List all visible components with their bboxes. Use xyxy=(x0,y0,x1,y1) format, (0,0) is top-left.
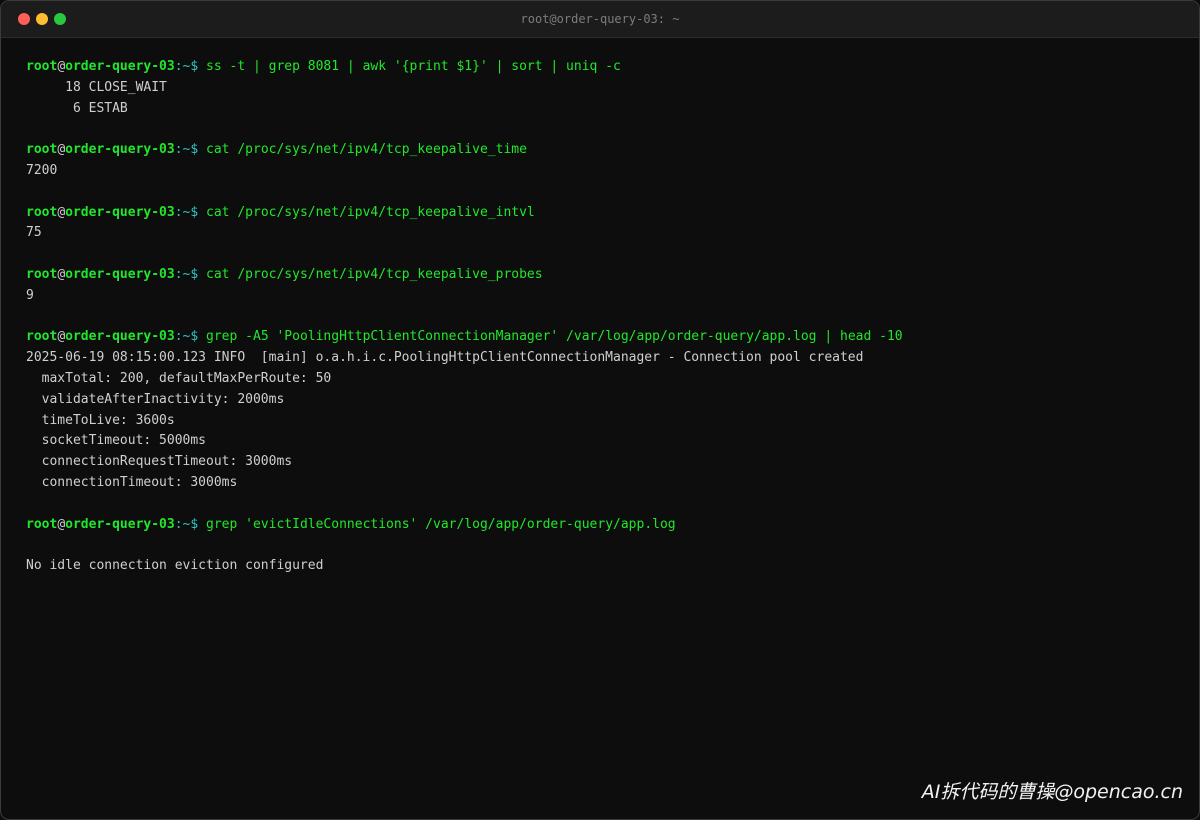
command-text: ss -t | grep 8081 | awk '{print $1}' | s… xyxy=(198,59,621,74)
output-line: validateAfterInactivity: 2000ms xyxy=(26,391,285,407)
prompt-user: root xyxy=(26,59,58,74)
output-line: 9 xyxy=(26,287,34,303)
prompt-at: @ xyxy=(57,142,66,158)
prompt-path: :~$ xyxy=(174,516,199,532)
prompt-host: order-query-03 xyxy=(65,266,175,282)
prompt-user: root xyxy=(26,142,58,158)
prompt-path: :~$ xyxy=(174,266,199,282)
prompt-at: @ xyxy=(57,204,66,220)
output-line: timeToLive: 3600s xyxy=(26,412,175,428)
prompt-user: root xyxy=(26,266,58,282)
command-line: root@order-query-03:~$ grep -A5 'Pooling… xyxy=(26,327,1179,348)
prompt-host: order-query-03 xyxy=(65,516,175,532)
output-line: connectionTimeout: 3000ms xyxy=(26,474,238,490)
prompt-path: :~$ xyxy=(174,204,199,220)
command-text: cat /proc/sys/net/ipv4/tcp_keepalive_int… xyxy=(198,204,535,220)
output-line: connectionRequestTimeout: 3000ms xyxy=(26,454,293,470)
output-line: socketTimeout: 5000ms xyxy=(26,433,207,449)
command-line: root@order-query-03:~$ ss -t | grep 8081… xyxy=(26,57,1179,78)
prompt-host: order-query-03 xyxy=(65,142,175,158)
prompt-path: :~$ xyxy=(174,329,199,345)
command-line: root@order-query-03:~$ cat /proc/sys/net… xyxy=(26,265,1179,286)
output-line: No idle connection eviction configured xyxy=(26,558,324,574)
prompt-at: @ xyxy=(57,266,66,282)
prompt-host: order-query-03 xyxy=(65,204,175,220)
command-text: cat /proc/sys/net/ipv4/tcp_keepalive_tim… xyxy=(198,142,527,158)
output-line: 2025-06-19 08:15:00.123 INFO [main] o.a.… xyxy=(26,350,864,366)
command-text: grep -A5 'PoolingHttpClientConnectionMan… xyxy=(198,329,903,345)
command-text: grep 'evictIdleConnections' /var/log/app… xyxy=(198,516,676,532)
output-line: 75 xyxy=(26,225,42,241)
command-line: root@order-query-03:~$ grep 'evictIdleCo… xyxy=(26,515,1179,536)
prompt-at: @ xyxy=(57,516,66,532)
command-text: cat /proc/sys/net/ipv4/tcp_keepalive_pro… xyxy=(198,266,543,282)
command-line: root@order-query-03:~$ cat /proc/sys/net… xyxy=(26,203,1179,224)
prompt-at: @ xyxy=(57,329,66,345)
terminal-output[interactable]: root@order-query-03:~$ ss -t | grep 8081… xyxy=(26,57,1179,577)
output-line: 18 CLOSE_WAIT xyxy=(26,79,167,95)
prompt-host: order-query-03 xyxy=(65,329,175,345)
prompt-user: root xyxy=(26,204,58,220)
command-line: root@order-query-03:~$ cat /proc/sys/net… xyxy=(26,140,1179,161)
output-line: 7200 xyxy=(26,162,58,178)
prompt-path: :~$ xyxy=(174,59,199,74)
prompt-path: :~$ xyxy=(174,142,199,158)
watermark: AI拆代码的曹操@opencao.cn xyxy=(921,781,1183,803)
title-bar: root@order-query-03: ~ xyxy=(1,1,1199,38)
prompt-at: @ xyxy=(57,59,66,74)
terminal-window: root@order-query-03: ~ root@order-query-… xyxy=(0,0,1200,820)
output-line: maxTotal: 200, defaultMaxPerRoute: 50 xyxy=(26,370,332,386)
prompt-host: order-query-03 xyxy=(65,59,175,74)
output-line: 6 ESTAB xyxy=(26,100,128,116)
prompt-user: root xyxy=(26,329,58,345)
window-title: root@order-query-03: ~ xyxy=(520,12,680,26)
prompt-user: root xyxy=(26,516,58,532)
